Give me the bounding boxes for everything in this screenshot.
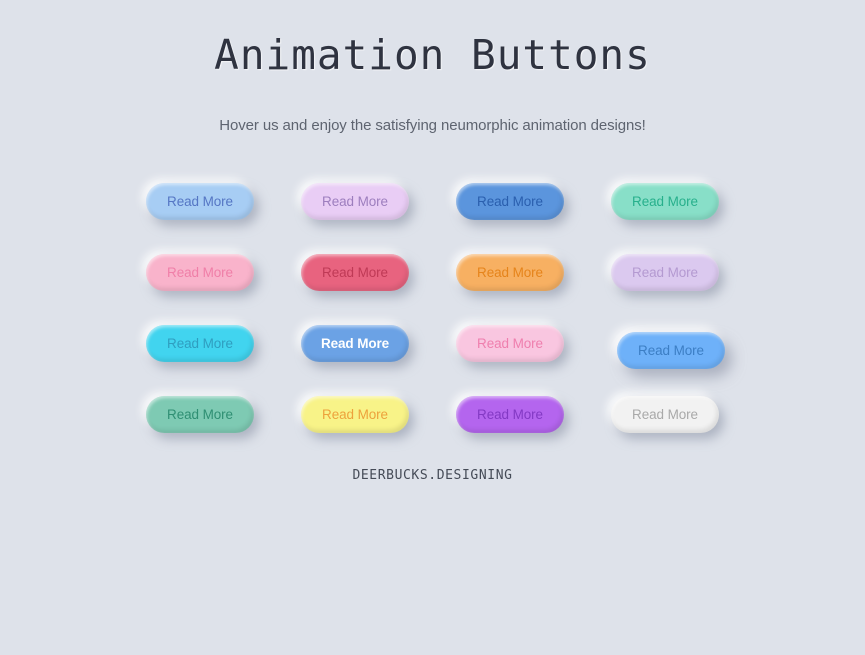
button-label: Read More [632,194,698,209]
button-label: Read More [477,336,543,351]
button-cell: Read More [278,170,433,241]
read-more-button-sky-blue-hovered[interactable]: Read More [617,332,725,369]
page-subtitle: Hover us and enjoy the satisfying neumor… [219,117,646,135]
footer-brand: DEERBUCKS.DESIGNING [352,468,513,483]
button-label: Read More [167,336,233,351]
read-more-button-light-blue[interactable]: Read More [146,183,254,220]
button-label: Read More [632,265,698,280]
button-cell: Read More [433,383,588,454]
button-label: Read More [320,336,390,351]
button-cell: Read More [433,241,588,312]
button-label: Read More [477,407,543,422]
button-cell: Read More [433,170,588,241]
button-cell: Read More [588,241,743,312]
read-more-button-light-lavender[interactable]: Read More [611,254,719,291]
button-cell: Read More [123,312,278,383]
button-cell: Read More [588,312,743,383]
read-more-button-yellow[interactable]: Read More [301,396,409,433]
button-cell: Read More [278,312,433,383]
button-cell: Read More [278,241,433,312]
read-more-button-cyan[interactable]: Read More [146,325,254,362]
button-cell: Read More [123,241,278,312]
button-cell: Read More [123,383,278,454]
button-cell: Read More [588,170,743,241]
read-more-button-orange[interactable]: Read More [456,254,564,291]
page-title: Animation Buttons [214,31,651,79]
read-more-button-blue-bold[interactable]: Read More [301,325,409,362]
button-label: Read More [167,407,233,422]
button-label: Read More [477,194,543,209]
read-more-button-lavender[interactable]: Read More [301,183,409,220]
button-label: Read More [632,407,698,422]
read-more-button-pink[interactable]: Read More [146,254,254,291]
button-label: Read More [638,343,704,358]
read-more-button-purple[interactable]: Read More [456,396,564,433]
button-cell: Read More [123,170,278,241]
read-more-button-rose[interactable]: Read More [301,254,409,291]
button-label: Read More [322,407,388,422]
button-label: Read More [322,194,388,209]
button-label: Read More [167,194,233,209]
button-label: Read More [477,265,543,280]
read-more-button-light-pink[interactable]: Read More [456,325,564,362]
button-cell: Read More [588,383,743,454]
read-more-button-mint[interactable]: Read More [611,183,719,220]
button-cell: Read More [433,312,588,383]
button-cell: Read More [278,383,433,454]
read-more-button-white[interactable]: Read More [611,396,719,433]
button-label: Read More [322,265,388,280]
read-more-button-teal[interactable]: Read More [146,396,254,433]
read-more-button-blue[interactable]: Read More [456,183,564,220]
button-grid: Read More Read More Read More Read More Read… [0,170,865,454]
page-root: Animation Buttons Hover us and enjoy the… [0,0,865,655]
button-label: Read More [167,265,233,280]
